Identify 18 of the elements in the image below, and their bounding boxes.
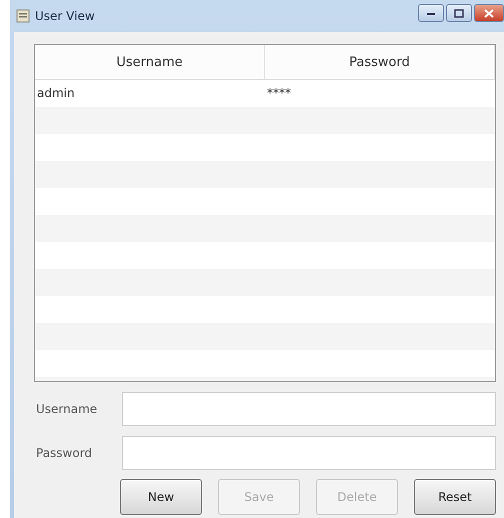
column-header[interactable]: Username (35, 45, 265, 79)
window-icon (16, 9, 30, 23)
action-button[interactable]: Reset (414, 479, 496, 515)
input-field[interactable] (122, 392, 496, 426)
maximize-icon (454, 8, 464, 18)
action-button[interactable]: New (120, 479, 202, 515)
table-cell-text: **** (266, 85, 292, 102)
close-button[interactable] (474, 4, 504, 22)
window-title: User View (35, 9, 95, 23)
minimize-button[interactable] (418, 4, 444, 22)
column-header[interactable]: Password (265, 45, 495, 79)
field-label: Username (35, 402, 98, 416)
minimize-icon (426, 10, 436, 16)
field-label: Password (35, 446, 94, 460)
input-field[interactable] (122, 436, 496, 470)
close-icon (484, 8, 494, 18)
maximize-button[interactable] (446, 4, 472, 22)
table-cell-text: admin (36, 85, 76, 102)
